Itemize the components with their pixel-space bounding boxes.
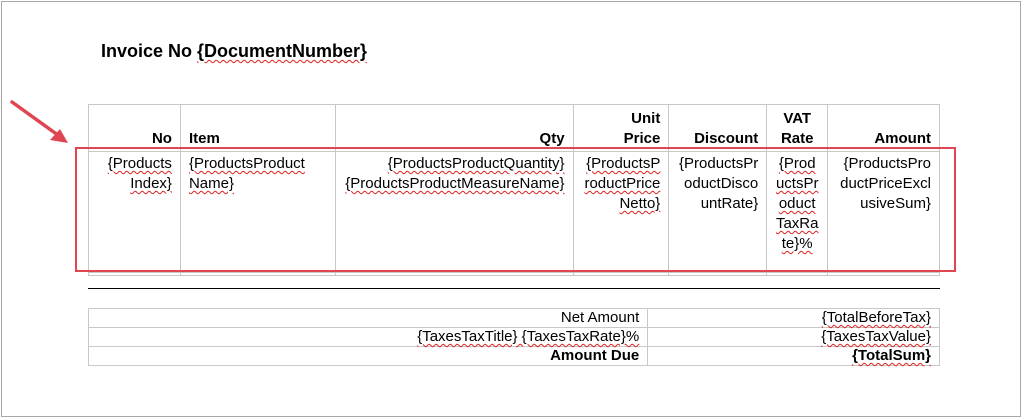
items-spacer-row bbox=[88, 272, 940, 276]
header-vat-line1: VAT bbox=[783, 110, 812, 127]
totals-table: Net Amount {TotalBeforeTax} {TaxesTaxTit… bbox=[87, 308, 940, 366]
total-sum-field: {TotalSum} bbox=[852, 347, 931, 364]
header-item: Item bbox=[179, 104, 336, 152]
amount-due-label: Amount Due bbox=[87, 346, 649, 366]
tax-value: {TaxesTaxValue} bbox=[647, 327, 940, 347]
invoice-title: Invoice No {DocumentNumber} bbox=[101, 41, 367, 62]
net-amount-row: Net Amount {TotalBeforeTax} bbox=[87, 308, 940, 328]
header-discount: Discount bbox=[668, 104, 768, 152]
invoice-title-prefix: Invoice No bbox=[101, 41, 198, 61]
highlight-box bbox=[75, 147, 956, 272]
tax-row: {TaxesTaxTitle} {TaxesTaxRate}% {TaxesTa… bbox=[87, 327, 940, 347]
document-number-field: {DocumentNumber} bbox=[197, 41, 368, 61]
header-amount: Amount bbox=[827, 104, 940, 152]
total-before-tax-field: {TotalBeforeTax} bbox=[821, 309, 931, 326]
header-vat-line2: Rate bbox=[780, 130, 814, 147]
header-no: No bbox=[88, 104, 181, 152]
net-amount-label: Net Amount bbox=[87, 308, 649, 328]
arrow-icon bbox=[10, 100, 68, 143]
header-unit-price: Unit Price bbox=[572, 104, 670, 152]
tax-label: {TaxesTaxTitle} {TaxesTaxRate}% bbox=[87, 327, 649, 347]
items-header-row: No Item Qty Unit Price Discount VAT Rate A… bbox=[88, 104, 940, 152]
header-unit-price-line2: Price bbox=[623, 130, 661, 147]
header-qty: Qty bbox=[334, 104, 574, 152]
amount-due-row: Amount Due {TotalSum} bbox=[87, 346, 940, 366]
header-vat-rate: VAT Rate bbox=[766, 104, 829, 152]
tax-value-field: {TaxesTaxValue} bbox=[821, 328, 931, 345]
header-unit-price-line1: Unit bbox=[631, 110, 661, 127]
tax-title-field: {TaxesTaxTitle} {TaxesTaxRate}% bbox=[417, 328, 640, 345]
totals-divider bbox=[88, 288, 940, 289]
net-amount-value: {TotalBeforeTax} bbox=[647, 308, 940, 328]
amount-due-value: {TotalSum} bbox=[647, 346, 940, 366]
